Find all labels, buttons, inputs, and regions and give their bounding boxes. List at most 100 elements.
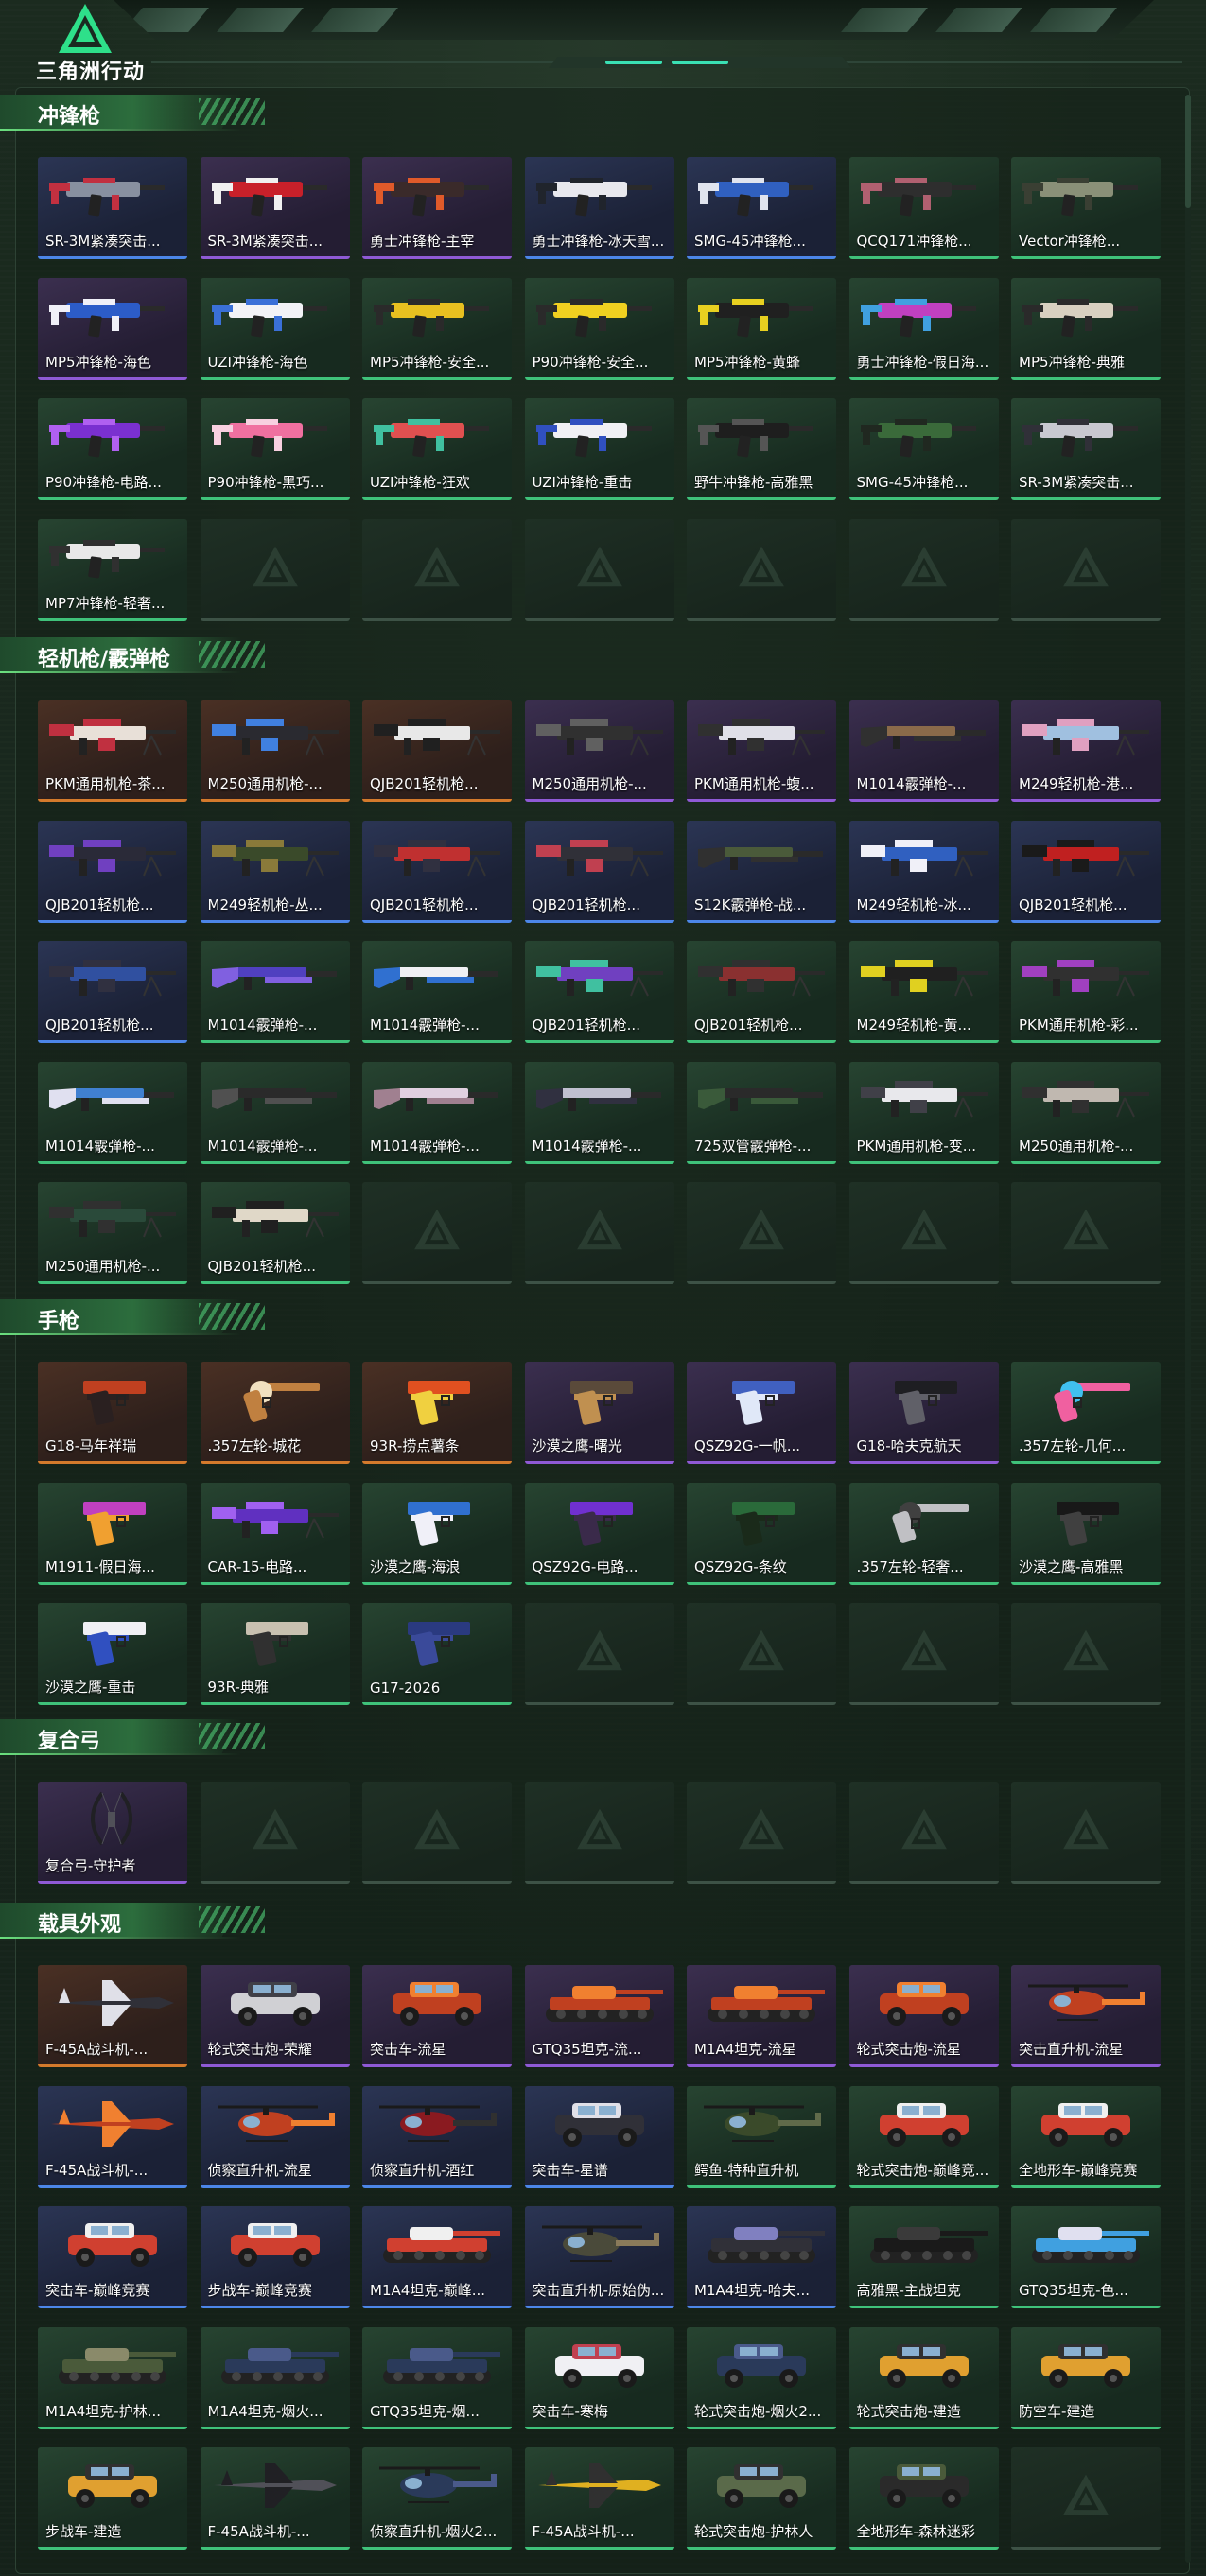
weapon-skin-card[interactable]: M250通用机枪-...	[524, 700, 674, 802]
weapon-skin-card[interactable]: M249轻机枪-丛...	[200, 820, 350, 923]
vehicle-skin-card[interactable]: 轮式突击炮-建造	[848, 2326, 999, 2429]
vehicle-skin-card[interactable]: F-45A战斗机-...	[524, 2447, 674, 2550]
vehicle-skin-card[interactable]: 防空车-建造	[1011, 2326, 1161, 2429]
vehicle-skin-card[interactable]: 突击车-星谱	[524, 2085, 674, 2188]
vehicle-skin-card[interactable]: M1A4坦克-烟火...	[200, 2326, 350, 2429]
weapon-skin-card[interactable]: QSZ92G-条纹	[687, 1482, 836, 1585]
weapon-skin-card[interactable]: QJB201轻机枪...	[362, 820, 512, 923]
weapon-skin-card[interactable]: 93R-典雅	[200, 1603, 350, 1705]
weapon-skin-card[interactable]: MP5冲锋枪-安全...	[362, 277, 512, 380]
weapon-skin-card[interactable]: SR-3M紧凑突击...	[38, 157, 187, 259]
weapon-skin-card[interactable]: QJB201轻机枪...	[38, 941, 187, 1043]
weapon-skin-card[interactable]: MP5冲锋枪-黄蜂	[687, 277, 836, 380]
vehicle-skin-card[interactable]: 鳄鱼-特种直升机	[687, 2085, 836, 2188]
vehicle-skin-card[interactable]: 侦察直升机-烟火2...	[362, 2447, 512, 2550]
vehicle-skin-card[interactable]: 突击车-巅峰竞赛	[38, 2206, 187, 2308]
weapon-skin-card[interactable]: MP5冲锋枪-典雅	[1011, 277, 1161, 380]
weapon-skin-card[interactable]: G17-2026	[362, 1603, 512, 1705]
vehicle-skin-card[interactable]: GTQ35坦克-色...	[1011, 2206, 1161, 2308]
weapon-skin-card[interactable]: Vector冲锋枪...	[1011, 157, 1161, 259]
weapon-skin-card[interactable]: 勇士冲锋枪-冰天雪...	[524, 157, 674, 259]
vehicle-skin-card[interactable]: 轮式突击炮-流星	[848, 1965, 999, 2067]
weapon-skin-card[interactable]: M250通用机枪-...	[38, 1182, 187, 1284]
weapon-skin-card[interactable]: M1014霰弹枪-...	[362, 941, 512, 1043]
weapon-skin-card[interactable]: QJB201轻机枪...	[362, 700, 512, 802]
weapon-skin-card[interactable]: 勇士冲锋枪-假日海...	[848, 277, 999, 380]
weapon-skin-card[interactable]: 沙漠之鹰-重击	[38, 1603, 187, 1705]
weapon-skin-card[interactable]: 沙漠之鹰-海浪	[362, 1482, 512, 1585]
weapon-skin-card[interactable]: SR-3M紧凑突击...	[1011, 398, 1161, 500]
vehicle-skin-card[interactable]: M1A4坦克-哈夫...	[687, 2206, 836, 2308]
vehicle-skin-card[interactable]: 突击直升机-流星	[1011, 1965, 1161, 2067]
vehicle-skin-card[interactable]: GTQ35坦克-流...	[524, 1965, 674, 2067]
weapon-skin-card[interactable]: 复合弓-守护者	[38, 1782, 187, 1884]
weapon-skin-card[interactable]: M1014霰弹枪-...	[200, 1061, 350, 1164]
vehicle-skin-card[interactable]: M1A4坦克-护林...	[38, 2326, 187, 2429]
weapon-skin-card[interactable]: 沙漠之鹰-曙光	[524, 1362, 674, 1464]
weapon-skin-card[interactable]: M1014霰弹枪-...	[38, 1061, 187, 1164]
weapon-skin-card[interactable]: M249轻机枪-冰...	[848, 820, 999, 923]
weapon-skin-card[interactable]: M249轻机枪-港...	[1011, 700, 1161, 802]
weapon-skin-card[interactable]: .357左轮-几何...	[1011, 1362, 1161, 1464]
vehicle-skin-card[interactable]: 轮式突击炮-巅峰竞...	[848, 2085, 999, 2188]
weapon-skin-card[interactable]: G18-马年祥瑞	[38, 1362, 187, 1464]
scrollbar[interactable]	[1185, 95, 1191, 2563]
weapon-skin-card[interactable]: UZI冲锋枪-狂欢	[362, 398, 512, 500]
weapon-skin-card[interactable]: QJB201轻机枪...	[524, 820, 674, 923]
weapon-skin-card[interactable]: M1014霰弹枪-...	[362, 1061, 512, 1164]
vehicle-skin-card[interactable]: 轮式突击炮-护林人	[687, 2447, 836, 2550]
weapon-skin-card[interactable]: PKM通用机枪-变...	[848, 1061, 999, 1164]
weapon-skin-card[interactable]: S12K霰弹枪-战...	[687, 820, 836, 923]
vehicle-skin-card[interactable]: F-45A战斗机-...	[38, 2085, 187, 2188]
weapon-skin-card[interactable]: M1014霰弹枪-...	[200, 941, 350, 1043]
weapon-skin-card[interactable]: CAR-15-电路...	[200, 1482, 350, 1585]
vehicle-skin-card[interactable]: 侦察直升机-酒红	[362, 2085, 512, 2188]
weapon-skin-card[interactable]: 沙漠之鹰-高雅黑	[1011, 1482, 1161, 1585]
weapon-skin-card[interactable]: QCQ171冲锋枪...	[848, 157, 999, 259]
weapon-skin-card[interactable]: P90冲锋枪-黑巧...	[200, 398, 350, 500]
weapon-skin-card[interactable]: QSZ92G-电路...	[524, 1482, 674, 1585]
vehicle-skin-card[interactable]: 高雅黑-主战坦克	[848, 2206, 999, 2308]
vehicle-skin-card[interactable]: 全地形车-巅峰竞赛	[1011, 2085, 1161, 2188]
vehicle-skin-card[interactable]: 突击直升机-原始伪...	[524, 2206, 674, 2308]
vehicle-skin-card[interactable]: 突击车-寒梅	[524, 2326, 674, 2429]
weapon-skin-card[interactable]: SR-3M紧凑突击...	[200, 157, 350, 259]
weapon-skin-card[interactable]: M1014霰弹枪-...	[848, 700, 999, 802]
weapon-skin-card[interactable]: 野牛冲锋枪-高雅黑	[687, 398, 836, 500]
vehicle-skin-card[interactable]: F-45A战斗机-...	[38, 1965, 187, 2067]
weapon-skin-card[interactable]: SMG-45冲锋枪...	[848, 398, 999, 500]
weapon-skin-card[interactable]: QSZ92G-一帆...	[687, 1362, 836, 1464]
vehicle-skin-card[interactable]: 步战车-巅峰竞赛	[200, 2206, 350, 2308]
weapon-skin-card[interactable]: 93R-捞点薯条	[362, 1362, 512, 1464]
vehicle-skin-card[interactable]: 全地形车-森林迷彩	[848, 2447, 999, 2550]
weapon-skin-card[interactable]: M249轻机枪-黄...	[848, 941, 999, 1043]
weapon-skin-card[interactable]: PKM通用机枪-茶...	[38, 700, 187, 802]
weapon-skin-card[interactable]: QJB201轻机枪...	[524, 941, 674, 1043]
weapon-skin-card[interactable]: .357左轮-城花	[200, 1362, 350, 1464]
weapon-skin-card[interactable]: .357左轮-轻奢...	[848, 1482, 999, 1585]
weapon-skin-card[interactable]: QJB201轻机枪...	[38, 820, 187, 923]
weapon-skin-card[interactable]: UZI冲锋枪-重击	[524, 398, 674, 500]
vehicle-skin-card[interactable]: 突击车-流星	[362, 1965, 512, 2067]
weapon-skin-card[interactable]: PKM通用机枪-彩...	[1011, 941, 1161, 1043]
vehicle-skin-card[interactable]: 步战车-建造	[38, 2447, 187, 2550]
scrollbar-thumb[interactable]	[1185, 95, 1191, 208]
vehicle-skin-card[interactable]: F-45A战斗机-...	[200, 2447, 350, 2550]
weapon-skin-card[interactable]: P90冲锋枪-电路...	[38, 398, 187, 500]
weapon-skin-card[interactable]: MP7冲锋枪-轻奢...	[38, 518, 187, 621]
vehicle-skin-card[interactable]: M1A4坦克-流星	[687, 1965, 836, 2067]
vehicle-skin-card[interactable]: 侦察直升机-流星	[200, 2085, 350, 2188]
weapon-skin-card[interactable]: QJB201轻机枪...	[200, 1182, 350, 1284]
weapon-skin-card[interactable]: G18-哈夫克航天	[848, 1362, 999, 1464]
vehicle-skin-card[interactable]: 轮式突击炮-烟火2...	[687, 2326, 836, 2429]
weapon-skin-card[interactable]: M250通用机枪-...	[1011, 1061, 1161, 1164]
weapon-skin-card[interactable]: PKM通用机枪-蝮...	[687, 700, 836, 802]
weapon-skin-card[interactable]: QJB201轻机枪...	[1011, 820, 1161, 923]
weapon-skin-card[interactable]: M250通用机枪-...	[200, 700, 350, 802]
weapon-skin-card[interactable]: MP5冲锋枪-海色	[38, 277, 187, 380]
vehicle-skin-card[interactable]: GTQ35坦克-烟...	[362, 2326, 512, 2429]
weapon-skin-card[interactable]: P90冲锋枪-安全...	[524, 277, 674, 380]
vehicle-skin-card[interactable]: 轮式突击炮-荣耀	[200, 1965, 350, 2067]
weapon-skin-card[interactable]: M1911-假日海...	[38, 1482, 187, 1585]
weapon-skin-card[interactable]: 勇士冲锋枪-主宰	[362, 157, 512, 259]
